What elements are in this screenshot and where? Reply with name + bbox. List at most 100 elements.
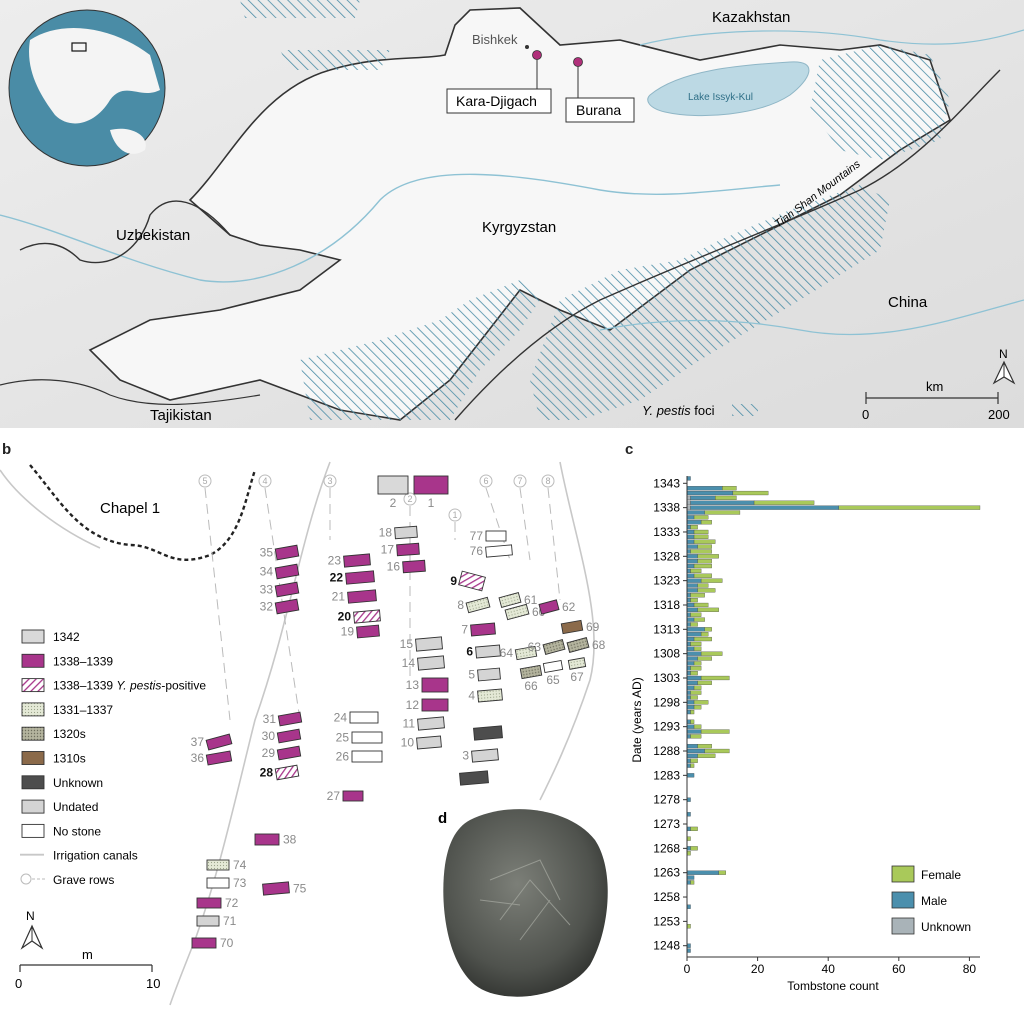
grave-36 xyxy=(205,750,233,766)
grave-label-35: 35 xyxy=(260,546,274,560)
ytick-label-1253: 1253 xyxy=(653,914,680,928)
bar-male-1318 xyxy=(686,602,695,608)
bar-male-1275 xyxy=(686,812,691,817)
bar-male-1306 xyxy=(686,661,695,666)
legend-label-1: 1338–1339 xyxy=(53,654,113,668)
ytick-label-1323: 1323 xyxy=(653,574,680,588)
grave-label-9: 9 xyxy=(450,574,457,588)
bar-male-1288 xyxy=(686,748,705,754)
grave-5 xyxy=(477,667,501,682)
row-label-7: 7 xyxy=(517,476,522,486)
xtick-label-40: 40 xyxy=(822,962,836,976)
bar-male-1323 xyxy=(686,578,702,583)
grave-11 xyxy=(417,716,445,731)
legend-label-8: No stone xyxy=(53,824,101,838)
country-uzbekistan: Uzbekistan xyxy=(116,227,190,244)
bar-male-1301 xyxy=(686,685,695,690)
legend-swatch-3 xyxy=(21,702,45,717)
bar-female-1302 xyxy=(697,680,712,685)
bar-male-1341 xyxy=(686,490,734,496)
legend-label-3: 1331–1337 xyxy=(53,703,113,717)
irrigation-canal xyxy=(169,461,331,1006)
row-label-3: 3 xyxy=(327,476,332,486)
grave-label-26: 26 xyxy=(336,750,350,764)
grave-label-12: 12 xyxy=(406,698,420,712)
bar-female-1318 xyxy=(693,602,709,608)
bar-female-1338 xyxy=(838,505,981,510)
bar-male-1305 xyxy=(686,666,691,671)
grave-27 xyxy=(342,790,364,802)
grave-label-34: 34 xyxy=(260,565,274,579)
grave-label-38: 38 xyxy=(283,833,297,847)
bar-male-1325 xyxy=(686,568,691,574)
grave-label-68: 68 xyxy=(592,638,606,652)
legend-label-9: Irrigation canals xyxy=(53,849,138,863)
bar-male-1263 xyxy=(686,870,719,875)
ytick-label-1268: 1268 xyxy=(653,841,680,855)
legend-swatch-6 xyxy=(21,775,45,790)
bar-male-1247 xyxy=(686,948,691,953)
bar-male-1344 xyxy=(686,476,691,481)
grave-label-37: 37 xyxy=(191,735,205,749)
bar-female-1307 xyxy=(697,656,712,661)
bar-male-1316 xyxy=(686,612,691,617)
bar-male-1304 xyxy=(686,671,691,676)
grave-label-2: 2 xyxy=(390,496,397,510)
bar-male-1328 xyxy=(686,554,698,559)
grave-70 xyxy=(191,937,217,949)
bar-male-1329 xyxy=(686,549,691,554)
bar-female-1326 xyxy=(693,563,712,569)
bar-female-1341 xyxy=(732,490,769,496)
bar-female-1263 xyxy=(718,870,726,875)
bar-female-1268 xyxy=(690,846,698,851)
grave-33 xyxy=(274,581,300,598)
bar-female-1336 xyxy=(693,515,709,520)
map-scale-unit: km xyxy=(926,379,943,394)
grave-37 xyxy=(205,733,233,751)
site-scale-unit: m xyxy=(82,947,93,962)
chart-legend-label-unknown: Unknown xyxy=(921,920,971,934)
bar-female-1305 xyxy=(690,666,702,671)
grave-label-66: 66 xyxy=(524,679,538,693)
bar-male-1317 xyxy=(686,607,698,612)
plague-foci-zone xyxy=(280,50,390,70)
legend-swatch-2 xyxy=(21,678,45,693)
bar-male-1315 xyxy=(686,617,695,622)
country-china: China xyxy=(888,294,928,311)
grave-label-67: 67 xyxy=(570,670,584,684)
bar-male-1308 xyxy=(686,651,702,656)
bar-female-1315 xyxy=(693,617,705,622)
burana-pin xyxy=(573,57,583,67)
grave-10 xyxy=(416,735,442,750)
bar-female-1317 xyxy=(697,607,719,612)
foci-legend-label: Y. pestis foci xyxy=(642,403,715,418)
legend-label-0: 1342 xyxy=(53,630,80,644)
bar-female-1329 xyxy=(690,549,712,554)
bar-male-1335 xyxy=(686,520,702,525)
grave-69 xyxy=(560,619,584,635)
bar-female-1285 xyxy=(690,763,695,768)
grave-2 xyxy=(377,475,409,495)
grave-label-19: 19 xyxy=(341,625,355,639)
grave-label-30: 30 xyxy=(262,729,276,743)
legend-swatch-4 xyxy=(21,726,45,741)
grave-14 xyxy=(417,655,445,671)
grave-68 xyxy=(566,637,590,653)
bar-female-1306 xyxy=(693,661,702,666)
xtick-label-20: 20 xyxy=(751,962,765,976)
bar-female-1335 xyxy=(700,520,712,525)
grave-18 xyxy=(394,525,418,540)
site-scale-end: 10 xyxy=(146,976,160,991)
chart-legend-label-male: Male xyxy=(921,894,947,908)
ytick-label-1313: 1313 xyxy=(653,622,680,636)
grave-9 xyxy=(458,570,486,592)
bar-female-1291 xyxy=(690,734,702,739)
grave-21 xyxy=(347,589,377,604)
bar-male-1342 xyxy=(686,486,723,491)
bar-male-1286 xyxy=(686,758,691,763)
grave-label-20: 20 xyxy=(338,610,352,624)
bar-male-1291 xyxy=(686,734,691,739)
ytick-label-1343: 1343 xyxy=(653,476,680,490)
bar-female-1299 xyxy=(690,695,698,700)
ytick-label-1283: 1283 xyxy=(653,768,680,782)
